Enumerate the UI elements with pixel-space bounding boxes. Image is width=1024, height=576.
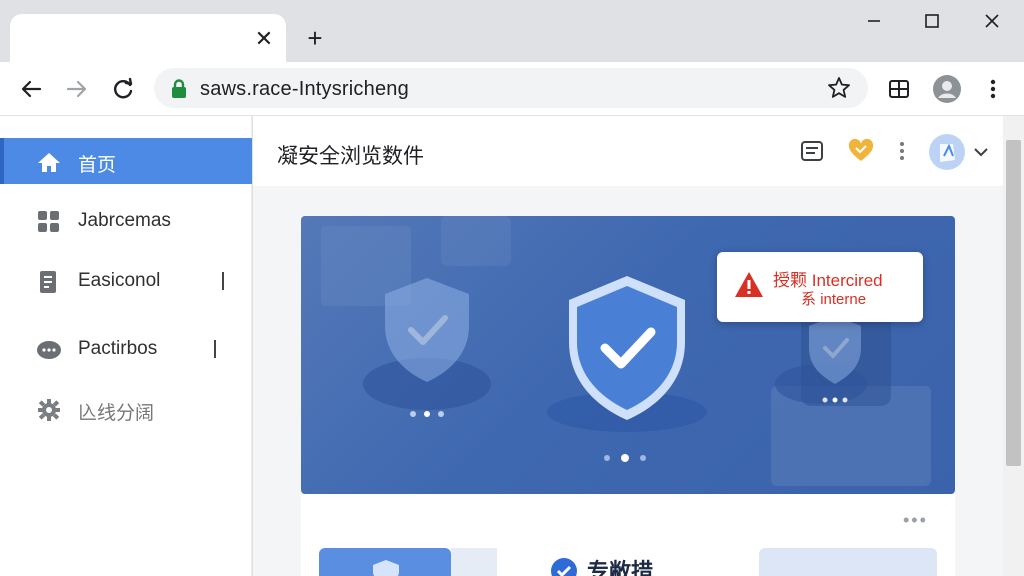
extensions-button[interactable] [884,74,914,104]
page-title: 凝安全浏览数件 [277,145,424,168]
divider [214,340,216,358]
lock-icon [172,79,186,98]
maximize-button[interactable] [912,6,952,36]
address-bar[interactable]: saws.race-Intysricheng [154,68,868,108]
sidebar-item-home[interactable]: 首页 [0,138,252,184]
feature-card[interactable] [759,548,937,576]
back-button[interactable] [16,74,46,104]
gear-icon [38,399,60,421]
grid-icon [38,211,59,232]
feature-card-edge [451,548,497,576]
user-avatar-icon [940,143,955,162]
arrow-left-icon [21,80,42,98]
sidebar-item-jabrcemas[interactable]: Jabrcemas [0,198,252,244]
star-icon[interactable] [826,75,852,101]
browser-tab[interactable] [10,14,286,62]
more-vertical-icon[interactable] [889,138,915,164]
scrollbar-thumb[interactable] [1006,140,1021,466]
sidebar-item-settings[interactable]: 兦线分阔 [0,386,252,432]
browser-menu-button[interactable] [978,74,1008,104]
minimize-icon [868,20,880,22]
home-icon [38,153,60,172]
extensions-icon [889,80,909,98]
chat-icon [37,341,61,359]
sidebar-item-label: 兦线分阔 [78,403,155,424]
minimize-button[interactable] [854,6,894,36]
section-title: 专敝措 [587,559,654,576]
warning-icon [735,272,763,297]
main-content: 凝安全浏览数件 授颗 Intercired 系 interne ••• 专敝措 [253,116,1003,576]
tab-strip: ✕ + [0,0,1024,62]
hero-banner: 授颗 Intercired 系 interne [301,216,955,494]
tab-close-button[interactable]: ✕ [250,26,278,54]
alert-subtitle: 系 interne [801,291,867,308]
new-tab-button[interactable]: + [300,24,330,54]
check-badge-icon [551,558,577,576]
page-header: 凝安全浏览数件 [253,116,1003,186]
url-text: saws.race-Intysricheng [200,78,409,100]
user-avatar[interactable] [929,134,965,170]
more-vertical-icon [990,79,996,99]
shield-icon [373,560,399,576]
sidebar-item-pactirbos[interactable]: Pactirbos [0,326,252,372]
reload-button[interactable] [108,74,138,104]
sidebar: 首页 Jabrcemas Easiconol Pactirbos 兦线分阔 [0,116,252,576]
document-icon [40,271,56,293]
profile-button[interactable] [932,74,962,104]
divider [222,272,224,290]
browser-toolbar: saws.race-Intysricheng [0,62,1024,116]
more-options-icon[interactable]: ••• [903,510,928,531]
sidebar-item-label: Pactirbos [78,338,158,359]
chevron-down-icon[interactable] [971,144,991,160]
profile-avatar-icon [933,75,961,103]
intercept-alert[interactable]: 授颗 Intercired 系 interne [717,252,923,322]
close-icon [985,14,999,28]
sidebar-item-label: Jabrcemas [78,210,171,231]
feature-card[interactable] [319,548,451,576]
maximize-icon [925,14,939,28]
notes-icon[interactable] [799,138,825,164]
heart-badge-icon[interactable] [847,138,875,164]
reload-icon [114,77,133,99]
sidebar-item-easiconol[interactable]: Easiconol [0,258,252,304]
forward-button[interactable] [62,74,92,104]
page-scrollbar[interactable] [1003,116,1024,576]
sidebar-item-label: Easiconol [78,270,161,291]
close-window-button[interactable] [972,6,1012,36]
sidebar-item-label: 首页 [78,155,117,176]
arrow-right-icon [66,80,87,98]
active-indicator [0,138,4,184]
